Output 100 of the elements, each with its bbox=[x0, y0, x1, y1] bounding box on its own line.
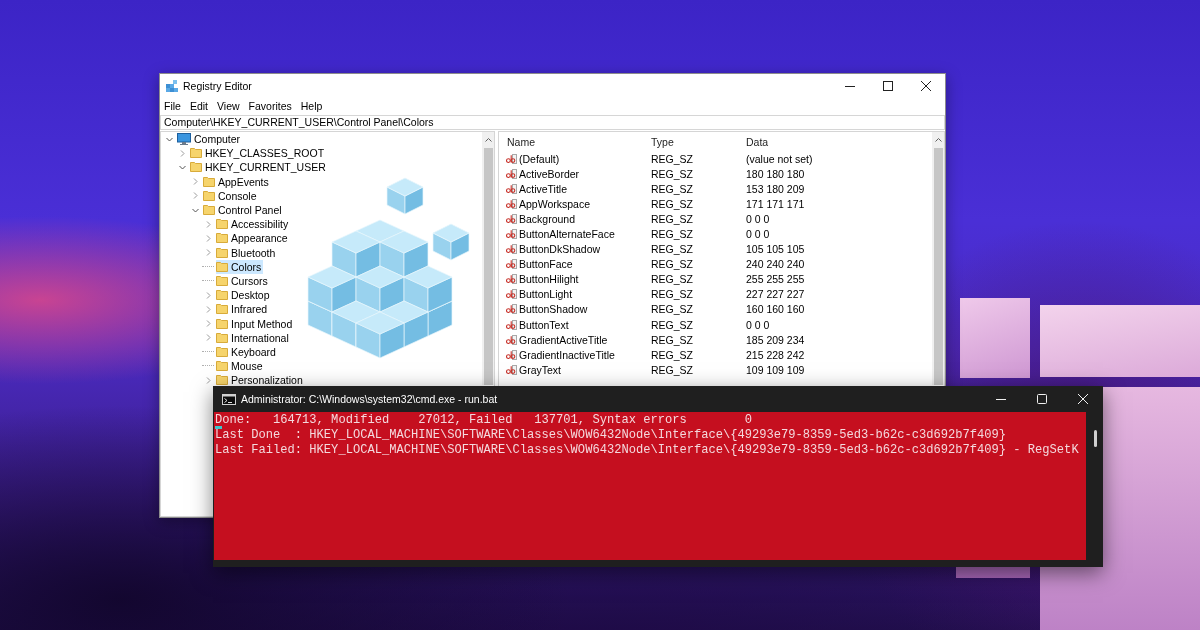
chevron-icon[interactable] bbox=[165, 135, 173, 143]
value-data: 180 180 180 bbox=[746, 167, 806, 180]
text-cursor-icon bbox=[215, 426, 222, 429]
tree-item[interactable]: Mouse bbox=[216, 359, 265, 374]
value-type: REG_SZ bbox=[651, 288, 694, 301]
folder-icon bbox=[190, 148, 202, 159]
tree-item[interactable]: Cursors bbox=[216, 273, 270, 288]
tree-item[interactable]: Accessibility bbox=[216, 217, 291, 232]
value-row[interactable]: GradientActiveTitle REG_SZ 185 209 234 bbox=[499, 332, 932, 348]
tree-item[interactable]: AppEvents bbox=[203, 174, 271, 189]
column-header[interactable]: Data bbox=[746, 135, 932, 148]
chevron-icon[interactable] bbox=[204, 334, 212, 342]
value-type: REG_SZ bbox=[651, 363, 694, 376]
tree-item[interactable]: HKEY_CURRENT_USER bbox=[190, 160, 328, 175]
value-name: AppWorkspace bbox=[519, 197, 590, 210]
scrollbar-thumb[interactable] bbox=[1094, 430, 1097, 447]
value-data: 105 105 105 bbox=[746, 243, 806, 256]
value-type: REG_SZ bbox=[651, 273, 694, 286]
value-name: ButtonFace bbox=[519, 258, 573, 271]
chevron-icon[interactable] bbox=[178, 149, 186, 157]
value-data: 227 227 227 bbox=[746, 288, 806, 301]
chevron-icon[interactable] bbox=[204, 220, 212, 228]
value-type: REG_SZ bbox=[651, 258, 694, 271]
menu-item[interactable]: View bbox=[217, 100, 240, 112]
chevron-icon[interactable] bbox=[204, 320, 212, 328]
value-name: (Default) bbox=[519, 152, 560, 165]
scrollbar-thumb[interactable] bbox=[483, 148, 493, 385]
menu-item[interactable]: File bbox=[164, 100, 181, 112]
chevron-icon[interactable] bbox=[178, 163, 186, 171]
value-row[interactable]: Background REG_SZ 0 0 0 bbox=[499, 211, 932, 227]
value-row[interactable]: ActiveBorder REG_SZ 180 180 180 bbox=[499, 166, 932, 182]
value-row[interactable]: ButtonLight REG_SZ 227 227 227 bbox=[499, 286, 932, 302]
value-row[interactable]: (Default) REG_SZ (value not set) bbox=[499, 151, 932, 167]
value-name: GrayText bbox=[519, 363, 561, 376]
folder-icon bbox=[216, 219, 228, 230]
value-row[interactable]: ButtonShadow REG_SZ 160 160 160 bbox=[499, 301, 932, 318]
value-type: REG_SZ bbox=[651, 333, 694, 346]
string-value-icon bbox=[506, 304, 517, 315]
string-value-icon bbox=[506, 198, 517, 209]
tree-item[interactable]: Colors bbox=[216, 259, 264, 274]
chevron-icon[interactable] bbox=[204, 249, 212, 257]
column-header[interactable]: Type bbox=[651, 135, 746, 148]
tree-item[interactable]: Appearance bbox=[216, 231, 290, 246]
value-row[interactable]: ButtonFace REG_SZ 240 240 240 bbox=[499, 256, 932, 272]
value-row[interactable]: ButtonHilight REG_SZ 255 255 255 bbox=[499, 271, 932, 287]
value-data: (value not set) bbox=[746, 152, 814, 165]
chevron-icon[interactable] bbox=[191, 178, 199, 186]
string-value-icon bbox=[506, 153, 517, 164]
monitor-icon bbox=[177, 133, 191, 146]
folder-icon bbox=[203, 176, 215, 187]
scrollbar-thumb[interactable] bbox=[933, 148, 943, 385]
value-data: 153 180 209 bbox=[746, 182, 806, 195]
tree-item[interactable]: Desktop bbox=[216, 288, 272, 303]
address-field[interactable]: Computer\HKEY_CURRENT_USER\Control Panel\Colors bbox=[160, 115, 945, 130]
tree-item[interactable]: Personalization bbox=[216, 373, 305, 388]
tree-item[interactable]: Input Method bbox=[216, 316, 295, 331]
string-value-icon bbox=[506, 334, 517, 345]
menu-item[interactable]: Edit bbox=[189, 100, 208, 112]
value-row[interactable]: ButtonDkShadow REG_SZ 105 105 105 bbox=[499, 241, 932, 257]
value-row[interactable]: AppWorkspace REG_SZ 171 171 171 bbox=[499, 196, 932, 212]
tree-item[interactable]: Bluetooth bbox=[216, 245, 278, 260]
value-row[interactable]: ButtonText REG_SZ 0 0 0 bbox=[499, 317, 932, 333]
string-value-icon bbox=[506, 289, 517, 300]
minimize-icon bbox=[995, 398, 1006, 400]
chevron-icon[interactable] bbox=[191, 192, 199, 200]
value-name: ButtonText bbox=[519, 318, 569, 331]
menu-item[interactable]: Help bbox=[300, 100, 323, 112]
tree-item[interactable]: Computer bbox=[177, 132, 243, 147]
string-value-icon bbox=[506, 364, 517, 375]
value-type: REG_SZ bbox=[651, 228, 694, 240]
chevron-icon[interactable] bbox=[204, 376, 212, 384]
console-line: Done: 164713, Modified 27012, Failed 137701, Syntax errors 0 bbox=[215, 414, 754, 426]
value-row[interactable]: ActiveTitle REG_SZ 153 180 209 bbox=[499, 181, 932, 197]
string-value-icon bbox=[506, 319, 517, 330]
value-name: GradientInactiveTitle bbox=[519, 348, 615, 361]
value-name: GradientActiveTitle bbox=[519, 333, 608, 346]
chevron-icon[interactable] bbox=[204, 305, 212, 313]
column-header[interactable]: Name bbox=[507, 135, 651, 148]
folder-icon bbox=[216, 233, 228, 244]
value-name: Background bbox=[519, 212, 576, 225]
tree-item[interactable]: Console bbox=[203, 188, 259, 203]
value-row[interactable]: GradientInactiveTitle REG_SZ 215 228 242 bbox=[499, 347, 932, 363]
maximize-icon bbox=[883, 81, 893, 91]
chevron-icon[interactable] bbox=[204, 234, 212, 242]
string-value-icon bbox=[506, 244, 517, 255]
tree-item[interactable]: International bbox=[216, 330, 291, 345]
tree-item[interactable]: Keyboard bbox=[216, 344, 278, 359]
chevron-icon[interactable] bbox=[204, 291, 212, 299]
value-data: 0 0 0 bbox=[746, 318, 771, 331]
string-value-icon bbox=[506, 168, 517, 179]
chevron-icon[interactable] bbox=[191, 206, 199, 214]
tree-item[interactable]: Control Panel bbox=[203, 203, 284, 218]
value-row[interactable]: ButtonAlternateFace REG_SZ 0 0 0 bbox=[499, 226, 932, 242]
menu-item[interactable]: Favorites bbox=[248, 100, 292, 112]
value-name: ActiveTitle bbox=[519, 182, 568, 195]
folder-icon bbox=[216, 261, 228, 272]
tree-item[interactable]: HKEY_CLASSES_ROOT bbox=[190, 146, 327, 161]
tree-item[interactable]: Infrared bbox=[216, 302, 270, 317]
value-row[interactable]: GrayText REG_SZ 109 109 109 bbox=[499, 362, 932, 378]
value-data: 255 255 255 bbox=[746, 273, 806, 286]
